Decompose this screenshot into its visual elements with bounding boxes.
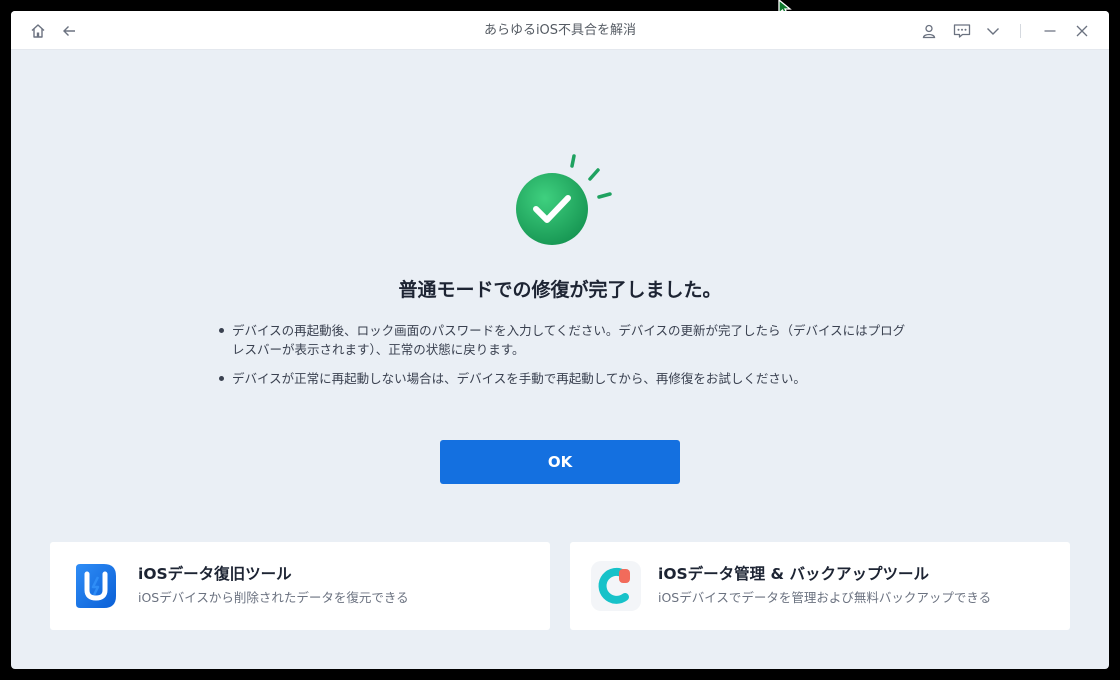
promo-card-data-manager[interactable]: iOSデータ管理 & バックアップツール iOSデバイスでデータを管理および無料… <box>570 542 1070 630</box>
promo-title: iOSデータ管理 & バックアップツール <box>658 565 929 583</box>
instruction-item: デバイスが正常に再起動しない場合は、デバイスを手動で再起動してから、再修復をお試… <box>216 369 916 388</box>
user-icon <box>922 24 936 38</box>
app-window: あらゆるiOS不具合を解消 普通モードでの修復が完了しました。 デバイスの再起動… <box>11 11 1109 669</box>
success-check-icon <box>516 154 612 245</box>
promo-card-data-recovery[interactable]: iOSデータ復旧ツール iOSデバイスから削除されたデータを復元できる <box>50 542 550 630</box>
back-arrow-icon <box>63 25 75 36</box>
minimize-icon <box>1044 29 1056 32</box>
home-button[interactable] <box>23 11 53 50</box>
icarefone-logo-icon <box>591 561 641 611</box>
instruction-item: デバイスの再起動後、ロック画面のパスワードを入力してください。デバイスの更新が完… <box>216 321 916 359</box>
close-icon <box>1076 25 1088 36</box>
account-button[interactable] <box>914 11 944 50</box>
instruction-text: デバイスの再起動後、ロック画面のパスワードを入力してください。デバイスの更新が完… <box>232 323 906 357</box>
minimize-button[interactable] <box>1035 11 1065 50</box>
title-bar: あらゆるiOS不具合を解消 <box>11 11 1109 50</box>
main-content: 普通モードでの修復が完了しました。 デバイスの再起動後、ロック画面のパスワードを… <box>11 51 1109 669</box>
promo-subtitle: iOSデバイスから削除されたデータを復元できる <box>138 590 409 605</box>
menu-dropdown-button[interactable] <box>978 11 1008 50</box>
bullet-icon <box>219 328 224 333</box>
chevron-down-icon <box>987 27 999 35</box>
instruction-text: デバイスが正常に再起動しない場合は、デバイスを手動で再起動してから、再修復をお試… <box>232 371 806 386</box>
titlebar-divider <box>1020 24 1021 38</box>
back-button[interactable] <box>54 11 84 50</box>
home-icon <box>31 23 45 38</box>
ultdata-logo-icon <box>76 564 116 608</box>
bullet-icon <box>219 376 224 381</box>
promo-subtitle: iOSデバイスでデータを管理および無料バックアップできる <box>658 590 992 605</box>
close-button[interactable] <box>1067 11 1097 50</box>
window-title: あらゆるiOS不具合を解消 <box>483 23 637 38</box>
result-heading: 普通モードでの修復が完了しました。 <box>398 279 722 301</box>
ok-button[interactable]: OK <box>440 440 680 484</box>
feedback-button[interactable] <box>947 11 977 50</box>
instruction-list: デバイスの再起動後、ロック画面のパスワードを入力してください。デバイスの更新が完… <box>216 321 916 388</box>
promo-title: iOSデータ復旧ツール <box>138 565 292 583</box>
feedback-icon <box>953 23 971 38</box>
